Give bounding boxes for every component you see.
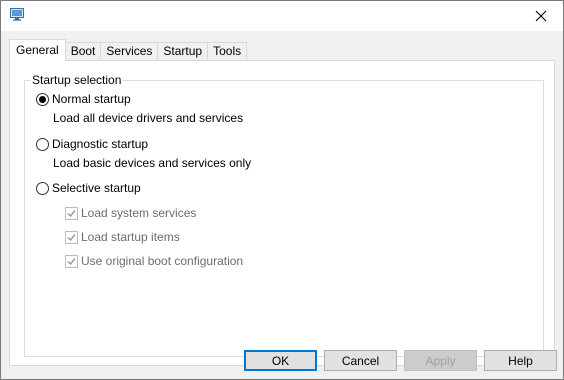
cancel-button[interactable]: Cancel (324, 350, 397, 371)
radio-button[interactable] (36, 137, 49, 151)
checkbox[interactable] (65, 206, 78, 220)
tab-services[interactable]: Services (100, 42, 159, 61)
diagnostic-startup-description: Load basic devices and services only (53, 156, 252, 170)
tab-boot[interactable]: Boot (64, 42, 102, 61)
radio-label: Diagnostic startup (52, 137, 149, 151)
checkmark-icon (67, 257, 76, 265)
checkmark-icon (67, 233, 76, 241)
title-bar (1, 1, 563, 31)
radio-button[interactable] (36, 181, 49, 195)
help-button[interactable]: Help (484, 350, 557, 371)
startup-selection-group: Startup selection Normal startup Load al… (24, 73, 544, 357)
close-icon (535, 10, 547, 22)
tab-strip: General Boot Services Startup Tools (9, 39, 248, 61)
radio-label: Normal startup (52, 92, 131, 106)
checkbox[interactable] (65, 254, 78, 268)
tab-general[interactable]: General (9, 39, 66, 61)
checkbox-label: Load startup items (81, 230, 180, 244)
normal-startup-description: Load all device drivers and services (53, 111, 244, 125)
tab-startup[interactable]: Startup (157, 42, 209, 61)
checkbox-label: Use original boot configuration (81, 254, 244, 268)
group-legend: Startup selection (30, 73, 124, 87)
checkbox-label: Load system services (81, 206, 197, 220)
ok-button[interactable]: OK (244, 350, 317, 371)
radio-button-selected[interactable] (36, 92, 49, 106)
radio-diagnostic-startup[interactable]: Diagnostic startup (36, 137, 148, 151)
radio-label: Selective startup (52, 181, 141, 195)
general-tab-panel: Startup selection Normal startup Load al… (9, 60, 555, 366)
checkbox[interactable] (65, 230, 78, 244)
checkbox-use-original-boot-config[interactable]: Use original boot configuration (65, 254, 243, 268)
msconfig-icon (10, 8, 24, 21)
radio-selective-startup[interactable]: Selective startup (36, 181, 141, 195)
radio-normal-startup[interactable]: Normal startup (36, 92, 131, 106)
dialog-body: General Boot Services Startup Tools Star… (1, 31, 563, 379)
checkbox-load-startup-items[interactable]: Load startup items (65, 230, 180, 244)
tab-tools[interactable]: Tools (207, 42, 248, 61)
system-configuration-window: General Boot Services Startup Tools Star… (0, 0, 564, 380)
apply-button[interactable]: Apply (404, 350, 477, 371)
close-button[interactable] (519, 1, 563, 31)
checkmark-icon (67, 209, 76, 217)
checkbox-load-system-services[interactable]: Load system services (65, 206, 196, 220)
